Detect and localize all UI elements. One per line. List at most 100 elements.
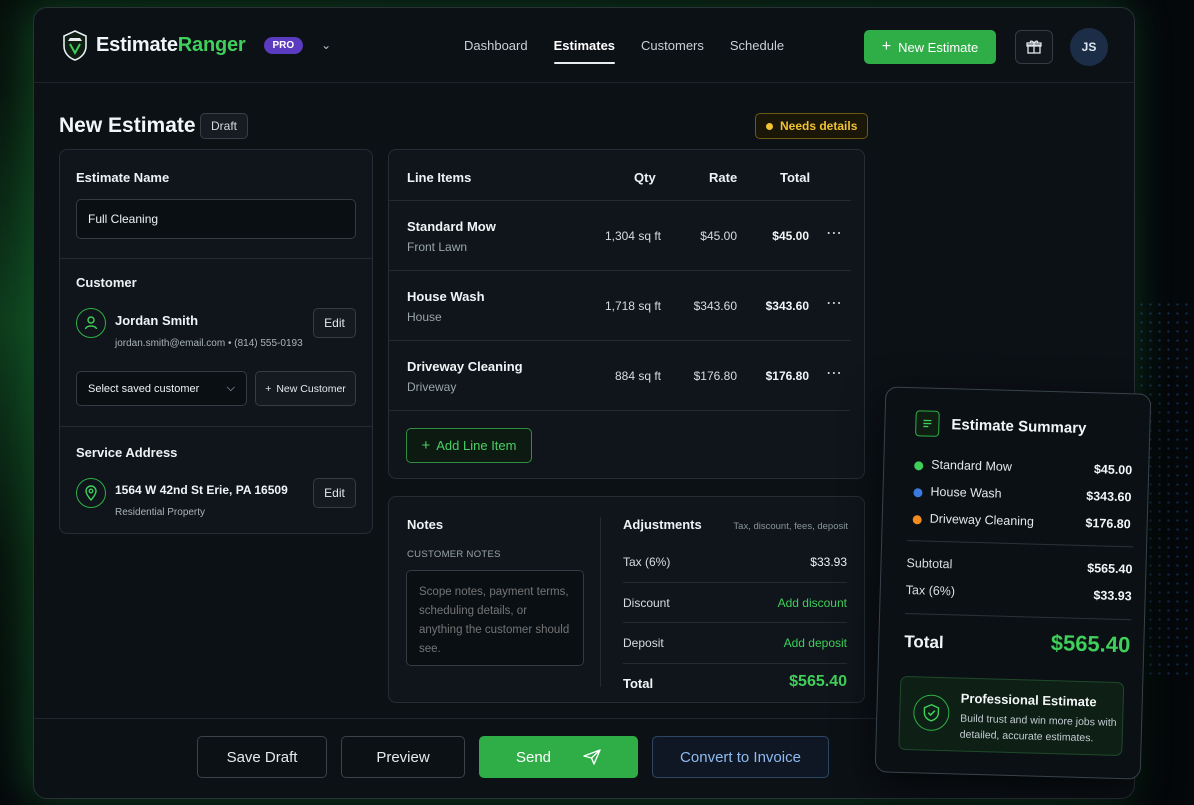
draft-badge: Draft	[200, 113, 249, 139]
item-total: $45.00	[772, 229, 809, 243]
notes-title: Notes	[407, 517, 444, 532]
gift-button[interactable]	[1015, 30, 1053, 64]
saved-customer-select[interactable]: Select saved customer ⌵	[76, 371, 247, 406]
add-discount-link[interactable]: Add discount	[778, 596, 847, 610]
estimate-name-input[interactable]: Full Cleaning	[76, 199, 356, 239]
summary-item-name: Driveway Cleaning	[929, 511, 1035, 529]
nav-schedule[interactable]: Schedule	[730, 8, 784, 83]
promo-title: Professional Estimate	[960, 690, 1097, 710]
more-options-icon[interactable]: ⋯	[826, 223, 843, 243]
line-items-header: Line Items	[407, 170, 472, 185]
customer-contact: jordan.smith@email.com • (814) 555-0193	[115, 338, 303, 349]
discount-row: Discount Add discount	[623, 583, 847, 623]
divider	[60, 426, 372, 427]
summary-tax-value: $33.93	[1093, 588, 1132, 604]
needs-details-label: Needs details	[780, 119, 858, 133]
plus-icon: +	[881, 38, 892, 55]
tax-label: Tax (6%)	[623, 555, 671, 569]
item-rate: $176.80	[693, 369, 737, 383]
total-label: Total	[623, 676, 654, 691]
total-row: Total $565.40	[623, 663, 847, 703]
main-nav: Dashboard Estimates Customers Schedule	[464, 8, 784, 83]
professional-estimate-promo: Professional Estimate Build trust and wi…	[898, 675, 1125, 757]
brand-logo[interactable]: EstimateRanger PRO ⌄	[62, 29, 331, 61]
table-row[interactable]: Driveway Cleaning Driveway 884 sq ft $17…	[389, 340, 851, 410]
customer-notes-input[interactable]	[406, 570, 584, 666]
table-row[interactable]: Standard Mow Front Lawn 1,304 sq ft $45.…	[389, 200, 851, 270]
item-area: Driveway	[407, 380, 457, 394]
summary-item-amount: $45.00	[1093, 462, 1133, 478]
item-name: Standard Mow	[407, 219, 496, 234]
subtotal-label: Subtotal	[906, 556, 953, 572]
line-items-panel: Line Items Qty Rate Total Standard Mow F…	[388, 149, 865, 479]
new-estimate-label: New Estimate	[898, 39, 979, 55]
item-qty: 884 sq ft	[614, 369, 661, 383]
save-draft-button[interactable]: Save Draft	[197, 736, 327, 778]
new-customer-button[interactable]: + New Customer	[255, 371, 356, 406]
divider	[907, 540, 1134, 548]
total-value: $565.40	[789, 673, 847, 690]
user-icon	[84, 316, 98, 330]
new-estimate-button[interactable]: + New Estimate	[864, 30, 996, 64]
nav-dashboard[interactable]: Dashboard	[464, 8, 528, 83]
summary-item: Standard Mow $45.00	[914, 456, 1132, 482]
summary-header: Estimate Summary	[915, 410, 1087, 441]
paper-plane-icon	[583, 749, 601, 765]
tax-value: $33.93	[810, 555, 847, 569]
convert-to-invoice-button[interactable]: Convert to Invoice	[652, 736, 829, 778]
item-qty: 1,718 sq ft	[604, 299, 661, 313]
summary-item-name: Standard Mow	[931, 457, 1013, 474]
page-title: New Estimate	[59, 114, 196, 137]
green-dot-icon	[914, 461, 924, 471]
divider	[600, 517, 601, 687]
discount-label: Discount	[623, 596, 670, 610]
deposit-label: Deposit	[623, 636, 664, 650]
adjustments-hint: Tax, discount, fees, deposit	[733, 521, 848, 532]
add-line-item-button[interactable]: + Add Line Item	[406, 428, 532, 463]
more-options-icon[interactable]: ⋯	[826, 363, 843, 383]
orange-dot-icon	[912, 515, 922, 525]
saved-customer-select-value: Select saved customer	[88, 382, 200, 395]
plus-icon: +	[265, 382, 272, 395]
item-rate: $343.60	[693, 299, 737, 313]
edit-customer-button[interactable]: Edit	[313, 308, 356, 338]
item-name: House Wash	[407, 289, 485, 304]
estimate-summary-card: Estimate Summary Standard Mow $45.00 Hou…	[874, 386, 1152, 780]
ranger-badge-icon	[63, 30, 87, 61]
customer-notes-label: CUSTOMER NOTES	[407, 549, 501, 560]
location-avatar	[76, 478, 106, 508]
service-address-label: Service Address	[76, 445, 178, 460]
promo-text: Build trust and win more jobs with detai…	[959, 712, 1117, 745]
item-name: Driveway Cleaning	[407, 359, 523, 374]
nav-customers[interactable]: Customers	[641, 8, 704, 83]
more-options-icon[interactable]: ⋯	[826, 293, 843, 313]
send-button[interactable]: Send	[479, 736, 638, 778]
divider	[60, 258, 372, 259]
nav-estimates[interactable]: Estimates	[553, 8, 616, 83]
table-row[interactable]: House Wash House 1,718 sq ft $343.60 $34…	[389, 270, 851, 340]
map-pin-icon	[85, 485, 97, 501]
divider	[905, 612, 1132, 621]
warning-dot-icon	[766, 122, 773, 130]
send-label: Send	[515, 748, 552, 766]
estimate-details-panel: Estimate Name Full Cleaning Customer Jor…	[59, 149, 373, 534]
summary-item-name: House Wash	[930, 484, 1002, 501]
preview-button[interactable]: Preview	[341, 736, 465, 778]
customer-avatar	[76, 308, 106, 338]
gift-icon	[1026, 40, 1042, 54]
deposit-row: Deposit Add deposit	[623, 623, 847, 663]
new-customer-label: New Customer	[276, 382, 346, 395]
summary-item: House Wash $343.60	[913, 483, 1132, 509]
chevron-down-icon[interactable]: ⌄	[321, 38, 331, 52]
add-line-item-label: Add Line Item	[436, 438, 517, 453]
summary-item-amount: $343.60	[1086, 489, 1132, 505]
subtotal-row: Subtotal $565.40	[906, 556, 1132, 582]
item-rate: $45.00	[700, 229, 737, 243]
user-avatar[interactable]: JS	[1070, 28, 1108, 66]
add-deposit-link[interactable]: Add deposit	[784, 636, 847, 650]
item-total: $343.60	[765, 299, 809, 313]
summary-item-amount: $176.80	[1085, 516, 1131, 532]
document-icon	[915, 410, 940, 437]
tax-row: Tax (6%) $33.93	[623, 542, 847, 582]
edit-address-button[interactable]: Edit	[313, 478, 356, 508]
